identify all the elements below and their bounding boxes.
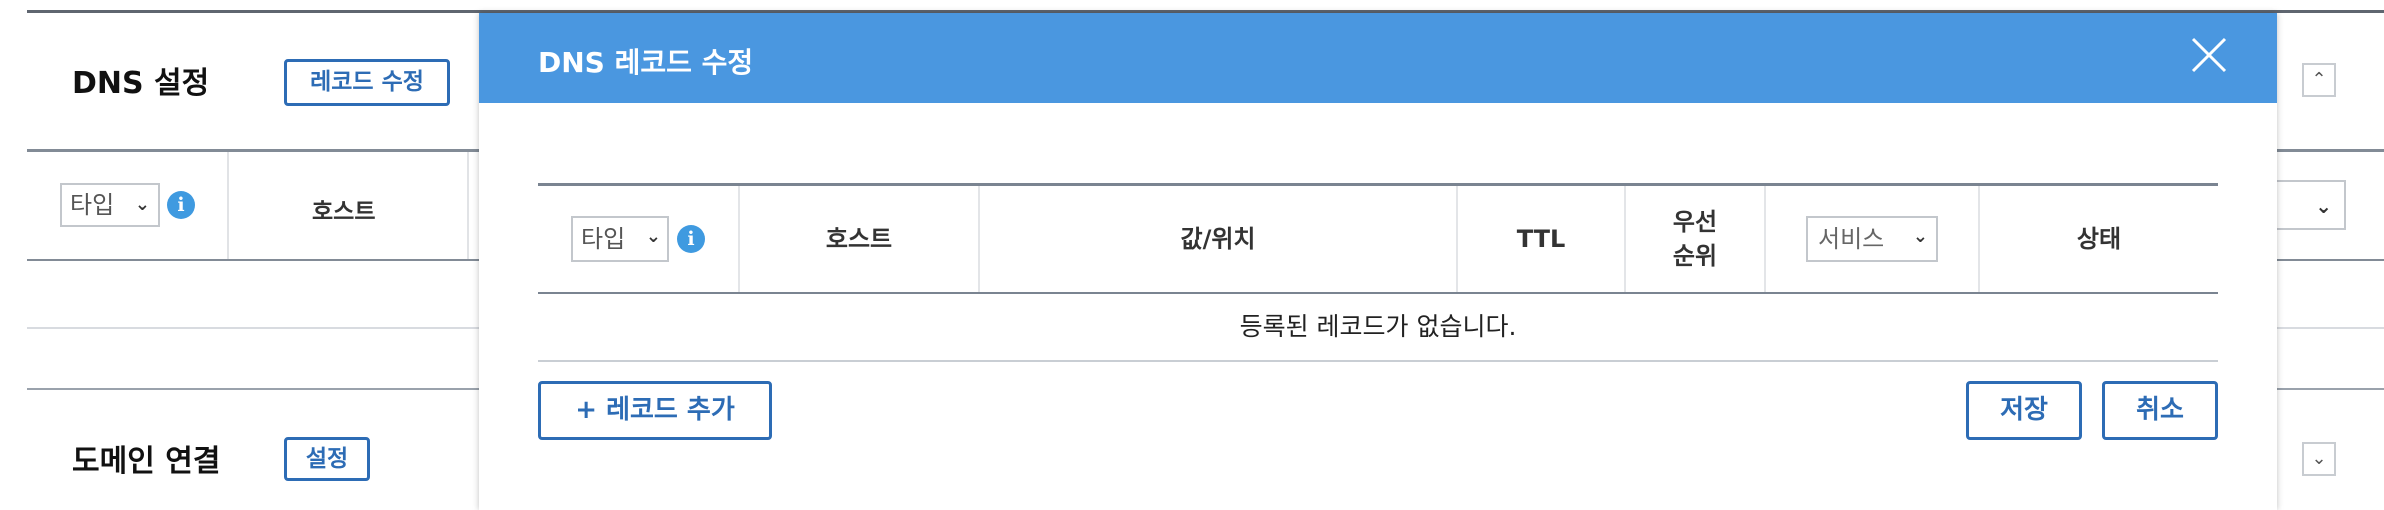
domain-settings-button[interactable]: 설정: [284, 437, 370, 481]
value-location-column-header: 값/위치: [1180, 225, 1256, 253]
type-select[interactable]: 타입 ⌄: [60, 183, 160, 227]
collapse-up-icon[interactable]: ⌃: [2302, 63, 2336, 97]
close-icon[interactable]: [2189, 35, 2229, 75]
type-select-label: 타입: [70, 191, 115, 219]
right-select[interactable]: ⌄: [2268, 180, 2346, 230]
record-table-header-bottom: [538, 292, 2218, 294]
column-divider: [467, 152, 469, 260]
chevron-down-icon: ⌄: [2315, 194, 2332, 218]
dns-settings-title: DNS 설정: [72, 66, 210, 101]
ttl-column-header: TTL: [1516, 225, 1566, 253]
add-record-button[interactable]: + 레코드 추가: [538, 381, 772, 440]
dns-record-edit-modal: DNS 레코드 수정 타입 ⌄ i 호스트 값/위치 TTL 우선 순위 서비스…: [479, 13, 2277, 510]
chevron-down-icon: ⌄: [645, 226, 661, 247]
service-select[interactable]: 서비스 ⌄: [1806, 216, 1938, 262]
type-column-header: 타입 ⌄ i: [538, 186, 738, 292]
modal-title: DNS 레코드 수정: [538, 46, 754, 79]
record-table-header: 타입 ⌄ i 호스트 값/위치 TTL 우선 순위 서비스 ⌄ 상태: [538, 186, 2218, 292]
record-table-bottom-border: [538, 360, 2218, 362]
chevron-down-icon: ⌄: [134, 194, 150, 215]
priority-column-header: 우선 순위: [1672, 208, 1718, 270]
empty-records-message: 등록된 레코드가 없습니다.: [1239, 312, 1517, 341]
info-icon[interactable]: i: [167, 191, 195, 219]
info-icon[interactable]: i: [677, 225, 705, 253]
domain-connect-title: 도메인 연결: [72, 444, 221, 479]
edit-record-button[interactable]: 레코드 수정: [284, 59, 450, 106]
column-divider: [227, 152, 229, 260]
type-select-label: 타입: [581, 225, 626, 253]
save-button[interactable]: 저장: [1966, 381, 2082, 440]
service-column-header: 서비스 ⌄: [1766, 186, 1978, 292]
cancel-button[interactable]: 취소: [2102, 381, 2218, 440]
status-column-header: 상태: [2076, 225, 2122, 253]
host-column-header: 호스트: [312, 199, 376, 225]
expand-down-icon[interactable]: ⌄: [2302, 442, 2336, 476]
modal-header: DNS 레코드 수정: [479, 13, 2277, 103]
service-select-label: 서비스: [1818, 225, 1885, 253]
host-column-header: 호스트: [825, 225, 893, 253]
chevron-down-icon: ⌄: [1912, 226, 1928, 247]
type-select[interactable]: 타입 ⌄: [571, 216, 669, 262]
